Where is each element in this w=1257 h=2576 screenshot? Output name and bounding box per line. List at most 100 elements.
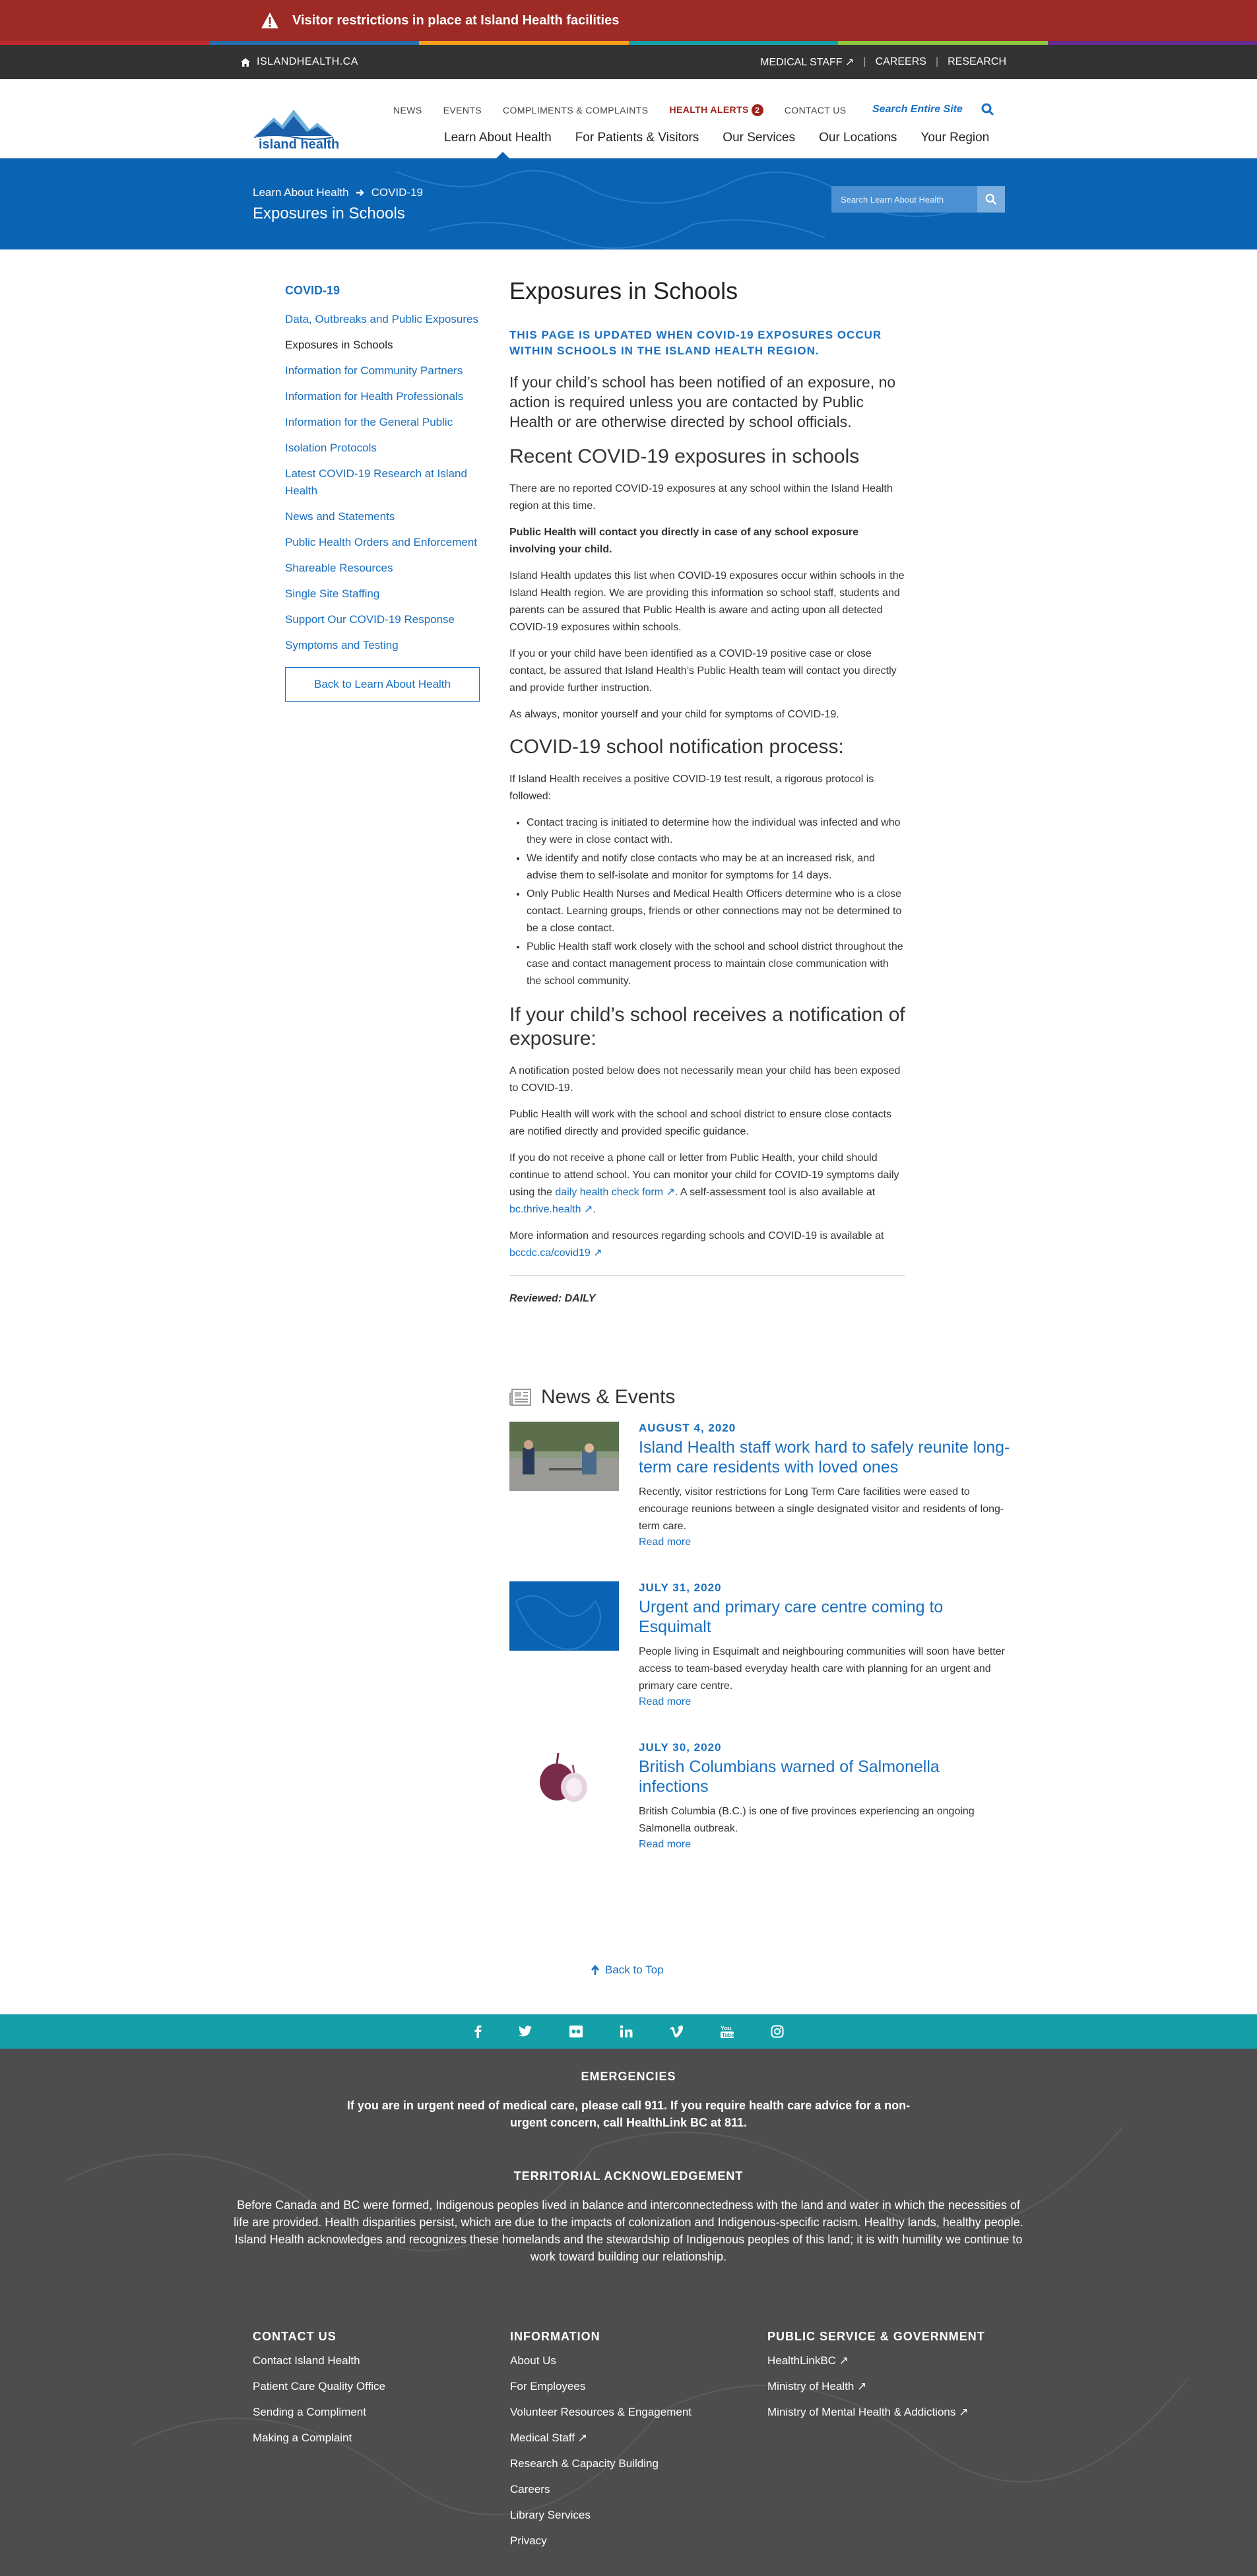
nav-your-region[interactable]: Your Region [920, 131, 989, 145]
footer-link[interactable]: Library Services [510, 2509, 767, 2522]
footer-link[interactable]: Privacy [510, 2534, 767, 2548]
sidebar-item-general-public[interactable]: Information for the General Public [285, 414, 483, 431]
list-item: Contact tracing is initiated to determin… [527, 814, 905, 849]
news-thumbnail-onions[interactable] [509, 1741, 619, 1810]
read-more-link[interactable]: Read more [639, 1839, 1011, 1851]
sidebar-item-latest-research[interactable]: Latest COVID-19 Research at Island Healt… [285, 465, 483, 500]
external-link-icon: ↗ [577, 2431, 587, 2444]
footer-link[interactable]: Contact Island Health [253, 2354, 510, 2367]
sidebar-item-single-site-staffing[interactable]: Single Site Staffing [285, 585, 483, 603]
news-item: AUGUST 4, 2020 Island Health staff work … [509, 1422, 1011, 1548]
footer-link[interactable]: About Us [510, 2354, 767, 2367]
news-events-section: News & Events AUGUST 4, 2020 Island Heal… [509, 1386, 1011, 1884]
column-heading: CONTACT US [253, 2330, 337, 2343]
read-more-link[interactable]: Read more [639, 1696, 1011, 1708]
news-title[interactable]: British Columbians warned of Salmonella … [639, 1757, 1011, 1797]
section-search-input[interactable] [831, 186, 977, 213]
logo-text: island health [259, 137, 340, 152]
sidebar-title[interactable]: COVID-19 [285, 284, 483, 298]
nav-our-services[interactable]: Our Services [723, 131, 795, 145]
nav-our-locations[interactable]: Our Locations [819, 131, 897, 145]
footer-link[interactable]: Research & Capacity Building [510, 2457, 767, 2470]
external-link-icon: ↗ [593, 1247, 602, 1259]
news-link[interactable]: NEWS [393, 105, 422, 116]
sidebar-item-support-response[interactable]: Support Our COVID-19 Response [285, 611, 483, 628]
health-alerts-link[interactable]: HEALTH ALERTS 2 [669, 104, 763, 116]
update-notice: THIS PAGE IS UPDATED WHEN COVID-19 EXPOS… [509, 329, 882, 357]
news-description: British Columbia (B.C.) is one of five p… [639, 1806, 975, 1834]
content-heading: Exposures in Schools [509, 277, 738, 304]
reviewed-label: Reviewed: DAILY [509, 1293, 596, 1304]
research-link[interactable]: RESEARCH [948, 56, 1006, 68]
case-contact-text: If you or your child have been identifie… [509, 648, 897, 694]
news-thumbnail-reunion[interactable] [509, 1422, 619, 1491]
breadcrumb: Learn About Health COVID-19 [253, 186, 423, 199]
search-icon[interactable] [981, 103, 994, 116]
breadcrumb-covid-19[interactable]: COVID-19 [371, 186, 423, 199]
sidebar-item-isolation-protocols[interactable]: Isolation Protocols [285, 440, 483, 457]
bc-thrive-link[interactable]: bc.thrive.health ↗ [509, 1204, 593, 1215]
nav-learn-about-health[interactable]: Learn About Health [444, 131, 552, 145]
sidebar-item-news-statements[interactable]: News and Statements [285, 508, 483, 525]
back-to-learn-about-health-button[interactable]: Back to Learn About Health [285, 667, 480, 702]
sidebar-item-shareable-resources[interactable]: Shareable Resources [285, 560, 483, 577]
vimeo-icon[interactable] [669, 2025, 684, 2038]
bccdc-link[interactable]: bccdc.ca/covid19 ↗ [509, 1247, 602, 1259]
protocol-list: Contact tracing is initiated to determin… [509, 814, 905, 990]
section-search-button[interactable] [977, 186, 1005, 213]
news-description: Recently, visitor restrictions for Long … [639, 1486, 1004, 1532]
footer-link[interactable]: For Employees [510, 2380, 767, 2393]
medical-staff-link[interactable]: MEDICAL STAFF ↗ [760, 55, 854, 69]
search-entire-site[interactable]: Search Entire Site [872, 103, 994, 116]
sidebar-item-symptoms-testing[interactable]: Symptoms and Testing [285, 637, 483, 654]
update-policy-text: Island Health updates this list when COV… [509, 570, 905, 633]
back-to-top-link[interactable]: Back to Top [591, 1964, 664, 1977]
attend-school-text: If you do not receive a phone call or le… [509, 1152, 899, 1215]
home-link[interactable]: ISLANDHEALTH.CA [241, 56, 358, 68]
svg-text:Tube: Tube [722, 2032, 734, 2038]
map-background [395, 170, 990, 249]
sidebar-item-public-health-orders[interactable]: Public Health Orders and Enforcement [285, 534, 483, 551]
contact-us-link[interactable]: CONTACT US [785, 105, 847, 116]
more-info-text: More information and resources regarding… [509, 1230, 884, 1259]
social-bar: You Tube [0, 2014, 1257, 2049]
news-title[interactable]: Island Health staff work hard to safely … [639, 1437, 1011, 1477]
list-item: Only Public Health Nurses and Medical He… [527, 886, 905, 937]
events-link[interactable]: EVENTS [443, 105, 482, 116]
linkedin-icon[interactable] [620, 2025, 633, 2038]
footer-link[interactable]: Making a Complaint [253, 2431, 510, 2445]
news-thumbnail-map[interactable] [509, 1581, 619, 1651]
emergencies-text: If you are in urgent need of medical car… [346, 2099, 911, 2129]
sidebar-item-data-outbreaks[interactable]: Data, Outbreaks and Public Exposures [285, 311, 483, 328]
twitter-icon[interactable] [518, 2026, 532, 2037]
compliments-complaints-link[interactable]: COMPLIMENTS & COMPLAINTS [503, 105, 648, 116]
careers-link[interactable]: CAREERS [876, 56, 926, 68]
footer-link[interactable]: Careers [510, 2483, 767, 2496]
facebook-icon[interactable] [474, 2025, 482, 2038]
sidebar-item-health-professionals[interactable]: Information for Health Professionals [285, 388, 483, 405]
footer-link[interactable]: Volunteer Resources & Engagement [510, 2406, 767, 2419]
visitor-alert-bar[interactable]: Visitor restrictions in place at Island … [0, 0, 1257, 41]
external-link-icon: ↗ [583, 1204, 593, 1215]
flickr-icon[interactable] [569, 2025, 583, 2038]
list-item: We identify and notify close contacts wh… [527, 850, 905, 884]
sidebar-item-community-partners[interactable]: Information for Community Partners [285, 362, 483, 380]
read-more-link[interactable]: Read more [639, 1536, 1011, 1548]
footer-link[interactable]: Sending a Compliment [253, 2406, 510, 2419]
external-link-icon: ↗ [666, 1187, 675, 1198]
news-title[interactable]: Urgent and primary care centre coming to… [639, 1597, 1011, 1637]
daily-health-check-link[interactable]: daily health check form ↗ [555, 1187, 675, 1198]
footer-link[interactable]: HealthLinkBC ↗ [767, 2354, 1025, 2367]
instagram-icon[interactable] [771, 2025, 784, 2038]
external-link-icon: ↗ [959, 2406, 969, 2418]
footer-link[interactable]: Ministry of Health ↗ [767, 2380, 1025, 2393]
nav-patients-visitors[interactable]: For Patients & Visitors [575, 131, 699, 145]
youtube-icon[interactable]: YouTube [720, 2024, 734, 2039]
footer-link[interactable]: Patient Care Quality Office [253, 2380, 510, 2393]
footer-link[interactable]: Ministry of Mental Health & Addictions ↗ [767, 2406, 1025, 2419]
sidebar-item-exposures-in-schools[interactable]: Exposures in Schools [285, 337, 483, 354]
breadcrumb-learn-about-health[interactable]: Learn About Health [253, 186, 349, 199]
footer-link[interactable]: Medical Staff ↗ [510, 2431, 767, 2445]
divider [509, 1275, 905, 1276]
alert-text: Visitor restrictions in place at Island … [292, 13, 620, 28]
